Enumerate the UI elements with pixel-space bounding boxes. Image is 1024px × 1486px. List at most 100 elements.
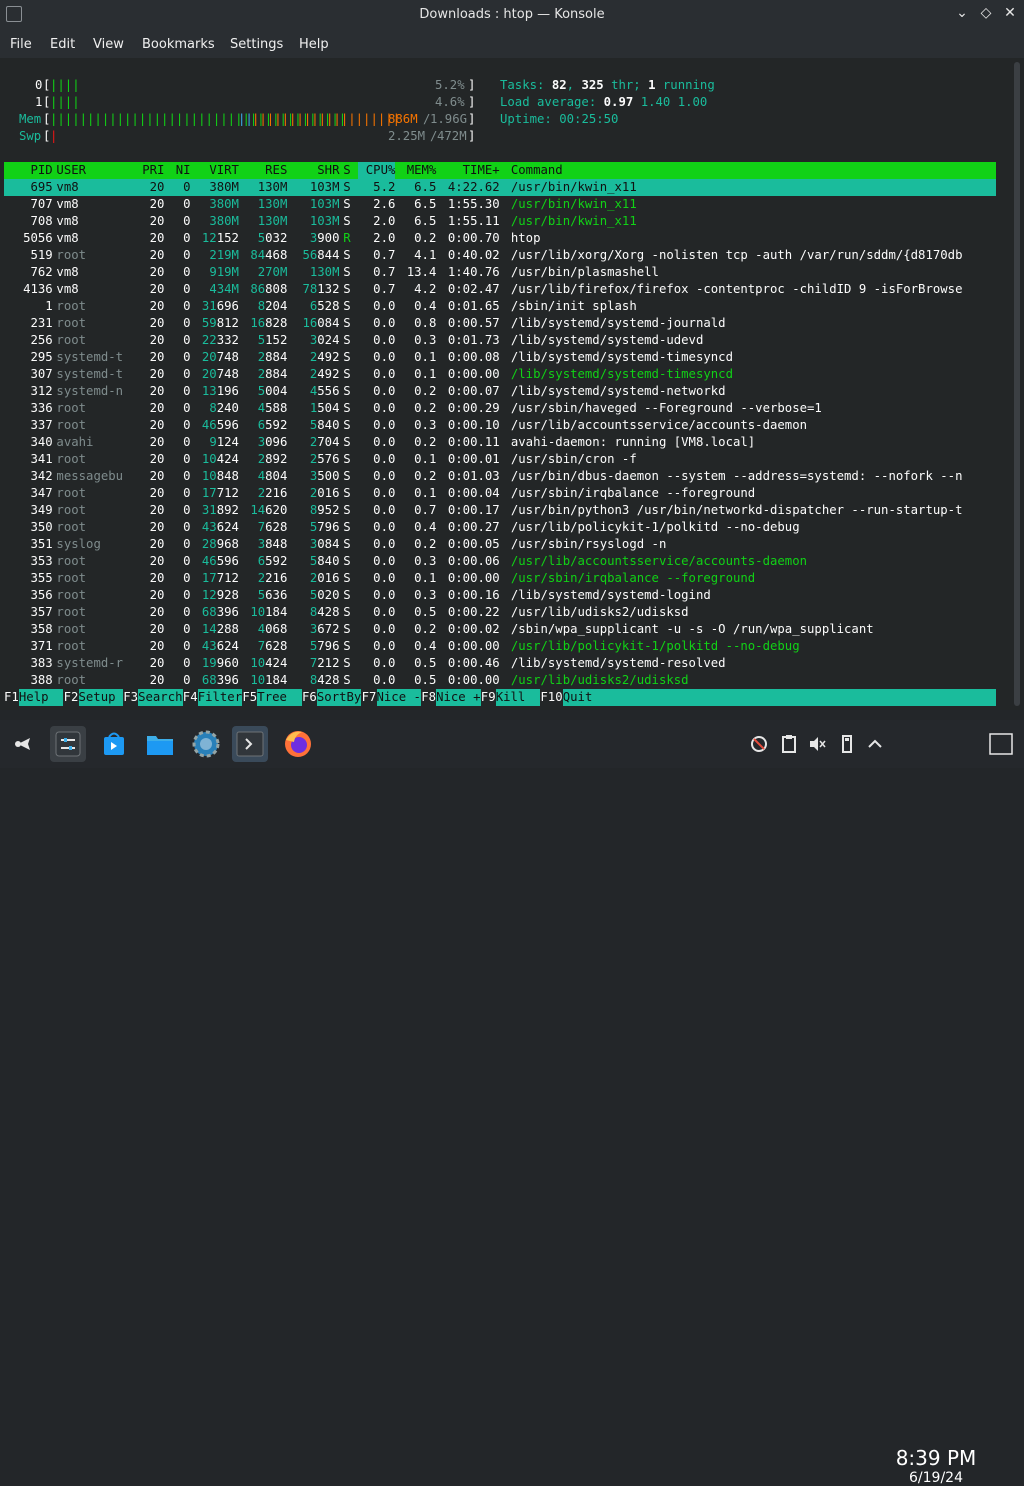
column-header-user[interactable]: USER	[56, 162, 86, 179]
tray-expand-icon[interactable]	[864, 726, 886, 762]
table-row[interactable]: 340 avahi 20 0 9124 3096 2704 S 0.0 0.2 0:00.11 ava…	[4, 434, 996, 451]
process-table-header[interactable]: PID USER PRI NI VIRT RES SHR S CPU% MEM% TIME+ Comm…	[4, 162, 996, 179]
table-row[interactable]: 357 root 20 0 68396 10184 8428 S 0.0 0.5 0:00.22/u…	[4, 604, 996, 621]
fkey-f1-label[interactable]: Help	[18, 689, 64, 706]
fkey-f9[interactable]: F9	[481, 689, 496, 706]
fkey-f10[interactable]: F10	[540, 689, 562, 706]
network-icon[interactable]	[748, 726, 770, 762]
table-row[interactable]: 707 vm8 20 0 380M 130M 103M S 2.6 6.5 1:55.30/usr/…	[4, 196, 996, 213]
menu-edit[interactable]: Edit	[50, 37, 75, 52]
fkey-f8-label[interactable]: Nice +	[436, 689, 481, 706]
table-row[interactable]: 5056 vm8 20 0 12152 5032 3900 R 2.0 0.2 0:00.70 hto…	[4, 230, 996, 247]
column-header-shr[interactable]: SHR	[295, 162, 339, 179]
column-header-cpu-pct[interactable]: CPU%	[358, 162, 396, 179]
table-row[interactable]: 336 root 20 0 8240 4588 1504 S 0.0 0.2 0:00.29/usr…	[4, 400, 996, 417]
fkey-f4[interactable]: F4	[183, 689, 198, 706]
table-row[interactable]: 1 root 20 0 31696 8204 6528 S 0.0 0.4 0:01.65/sbin…	[4, 298, 996, 315]
system-preferences-icon[interactable]	[188, 726, 224, 762]
table-row[interactable]: 695 vm8 20 0 380M 130M 103M S 5.2 6.5 4:22.62/usr/…	[4, 179, 996, 196]
menu-help[interactable]: Help	[299, 37, 329, 52]
cell-mem: 0.1	[414, 571, 437, 585]
fkey-f9-label[interactable]: Kill	[495, 689, 541, 706]
table-row[interactable]: 351 syslog 20 0 28968 3848 3084 S 0.0 0.2 0:00.05 /…	[4, 536, 996, 553]
fkey-f1[interactable]: F1	[4, 689, 19, 706]
table-row[interactable]: 388 root 20 0 68396 10184 8428 S 0.0 0.5 0:00.00/u…	[4, 672, 996, 689]
scrollbar-thumb[interactable]	[1014, 62, 1020, 706]
fkey-f7-label[interactable]: Nice -	[376, 689, 421, 706]
menu-settings[interactable]: Settings	[230, 37, 283, 52]
terminal-scrollbar[interactable]	[1010, 58, 1024, 710]
table-row[interactable]: 312 systemd-n 20 0 13196 5004 4556 S 0.0 0.2 0:00.…	[4, 383, 996, 400]
cell-cpu: 0.0	[373, 554, 396, 568]
table-row[interactable]: 358 root 20 0 14288 4068 3672 S 0.0 0.2 0:00.02/sb…	[4, 621, 996, 638]
discover-store-icon[interactable]	[96, 726, 132, 762]
cell-cpu: 0.0	[373, 469, 396, 483]
clock[interactable]: 8:39 PM 6/19/24	[892, 1446, 980, 1486]
volume-muted-icon[interactable]	[806, 726, 828, 762]
column-header-virt[interactable]: VIRT	[194, 162, 239, 179]
fkey-f2[interactable]: F2	[64, 689, 79, 706]
table-row[interactable]: 337 root 20 0 46596 6592 5840 S 0.0 0.3 0:00.10/us…	[4, 417, 996, 434]
fkey-f6[interactable]: F6	[302, 689, 317, 706]
konsole-icon[interactable]	[232, 726, 268, 762]
table-row[interactable]: 350 root 20 0 43624 7628 5796 S 0.0 0.4 0:00.27/us…	[4, 519, 996, 536]
cell-s: S	[343, 333, 351, 347]
table-row[interactable]: 762 vm8 20 0 919M 270M 130M S 0.7 13.4 1:40.76/usr…	[4, 264, 996, 281]
menu-view[interactable]: View	[93, 37, 124, 52]
window-titlebar[interactable]: Downloads : htop — Konsole ⌄ ◇ ✕	[0, 0, 1024, 30]
table-row[interactable]: 256 root 20 0 22332 5152 3024 S 0.0 0.3 0:01.73/li…	[4, 332, 996, 349]
fkey-f8[interactable]: F8	[421, 689, 436, 706]
table-row[interactable]: 295 systemd-t 20 0 20748 2884 2492 S 0.0 0.1 0:00.…	[4, 349, 996, 366]
usb-device-icon[interactable]	[836, 726, 858, 762]
cell-cpu: 0.0	[373, 622, 396, 636]
table-row[interactable]: 307 systemd-t 20 0 20748 2884 2492 S 0.0 0.1 0:00.…	[4, 366, 996, 383]
table-row[interactable]: 231 root 20 0 59812 16828 16084 S 0.0 0.8 0:00.57 /…	[4, 315, 996, 332]
table-row[interactable]: 342 messagebu 20 0 10848 4804 3500 S 0.0 0.2 0:01.…	[4, 468, 996, 485]
maximize-icon[interactable]: ◇	[976, 5, 996, 21]
table-row[interactable]: 708 vm8 20 0 380M 130M 103M S 2.0 6.5 1:55.11/usr/…	[4, 213, 996, 230]
table-row[interactable]: 371 root 20 0 43624 7628 5796 S 0.0 0.4 0:00.00/us…	[4, 638, 996, 655]
menu-bookmarks[interactable]: Bookmarks	[142, 37, 215, 52]
fkey-f4-label[interactable]: Filter	[197, 689, 243, 706]
fkey-f3[interactable]: F3	[123, 689, 138, 706]
column-header-mem-pct[interactable]: MEM%	[399, 162, 437, 179]
column-header-command[interactable]: Command	[511, 162, 563, 179]
cell-s: R	[343, 231, 351, 245]
cell-cmd: /lib/systemd/systemd-logind	[510, 588, 711, 602]
close-icon[interactable]: ✕	[1000, 5, 1020, 21]
table-row[interactable]: 356 root 20 0 12928 5636 5020 S 0.0 0.3 0:00.16/li…	[4, 587, 996, 604]
table-row[interactable]: 349 root 20 0 31892 14620 8952 S 0.0 0.7 0:00.17/u…	[4, 502, 996, 519]
table-row[interactable]: 347 root 20 0 17712 2216 2016 S 0.0 0.1 0:00.04/us…	[4, 485, 996, 502]
table-row[interactable]: 519 root 20 0 219M 84468 56844 S 0.7 4.1 0:40.02/u…	[4, 247, 996, 264]
minimize-icon[interactable]: ⌄	[952, 5, 972, 21]
column-header-ni[interactable]: NI	[168, 162, 191, 179]
menu-file[interactable]: File	[10, 37, 32, 52]
column-header-pid[interactable]: PID	[8, 162, 52, 179]
fkey-f3-label[interactable]: Search	[138, 689, 183, 706]
cell-res: 7628	[257, 639, 288, 653]
fkey-f2-label[interactable]: Setup	[78, 689, 123, 706]
show-desktop-icon[interactable]	[986, 726, 1016, 762]
column-header-s[interactable]: S	[343, 162, 350, 179]
clipboard-icon[interactable]	[778, 726, 800, 762]
column-header-res[interactable]: RES	[243, 162, 287, 179]
column-header-time-plus[interactable]: TIME+	[440, 162, 500, 179]
cell-cpu: 0.0	[373, 384, 396, 398]
system-settings-app-icon[interactable]	[50, 726, 86, 762]
terminal-area[interactable]: 0[|||| 5.2%] 1[|||| 4.6%] Mem[||||||||||||…	[0, 58, 1010, 710]
column-header-pri[interactable]: PRI	[127, 162, 164, 179]
table-row[interactable]: 4136 vm8 20 0 434M 86808 78132 S 0.7 4.2 0:02.47/u…	[4, 281, 996, 298]
fkey-f5[interactable]: F5	[242, 689, 257, 706]
table-row[interactable]: 353 root 20 0 46596 6592 5840 S 0.0 0.3 0:00.06/us…	[4, 553, 996, 570]
fkey-f5-label[interactable]: Tree	[257, 689, 302, 706]
application-launcher-icon[interactable]	[6, 726, 42, 762]
table-row[interactable]: 355 root 20 0 17712 2216 2016 S 0.0 0.1 0:00.00/us…	[4, 570, 996, 587]
dolphin-files-icon[interactable]	[142, 726, 178, 762]
table-row[interactable]: 341 root 20 0 10424 2892 2576 S 0.0 0.1 0:00.01/us…	[4, 451, 996, 468]
fkey-f7[interactable]: F7	[362, 689, 377, 706]
window-title: Downloads : htop — Konsole	[419, 7, 605, 22]
fkey-f6-label[interactable]: SortBy	[316, 689, 362, 706]
firefox-icon[interactable]	[280, 726, 316, 762]
fkey-f10-label[interactable]: Quit	[562, 689, 996, 706]
table-row[interactable]: 383 systemd-r 20 0 19960 10424 7212 S 0.0 0.5 0:00…	[4, 655, 996, 672]
